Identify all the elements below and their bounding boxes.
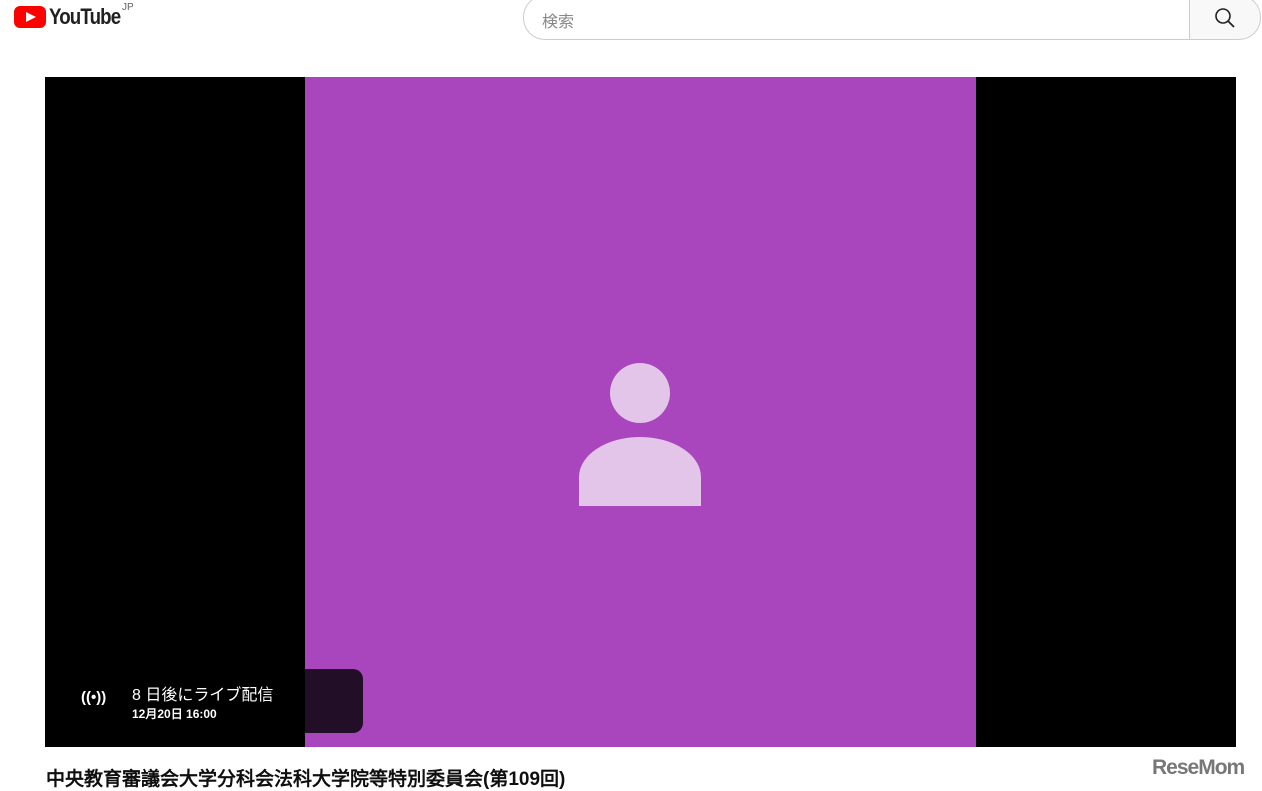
youtube-play-icon bbox=[14, 6, 46, 28]
logo-text: YouTube bbox=[49, 4, 121, 29]
search-input[interactable]: 検索 bbox=[523, 0, 1189, 40]
search-button[interactable] bbox=[1189, 0, 1261, 40]
avatar-body bbox=[579, 437, 701, 506]
live-date: 12月20日 16:00 bbox=[132, 707, 217, 721]
live-countdown: 8 日後にライブ配信 bbox=[132, 687, 274, 704]
search-icon bbox=[1215, 7, 1235, 28]
country-code: JP bbox=[122, 2, 134, 13]
participant-tile bbox=[305, 77, 976, 747]
watermark-logo: ReseMom bbox=[1152, 756, 1245, 779]
youtube-logo[interactable]: YouTube JP bbox=[14, 2, 134, 30]
live-broadcast-icon: ((•)) bbox=[81, 689, 107, 706]
video-player[interactable]: ((•)) 8 日後にライブ配信 12月20日 16:00 bbox=[45, 77, 1236, 747]
video-title: 中央教育審議会大学分科会法科大学院等特別委員会(第109回) bbox=[46, 769, 566, 790]
avatar-icon bbox=[610, 363, 670, 423]
live-schedule-badge: ((•)) 8 日後にライブ配信 12月20日 16:00 bbox=[45, 669, 363, 733]
